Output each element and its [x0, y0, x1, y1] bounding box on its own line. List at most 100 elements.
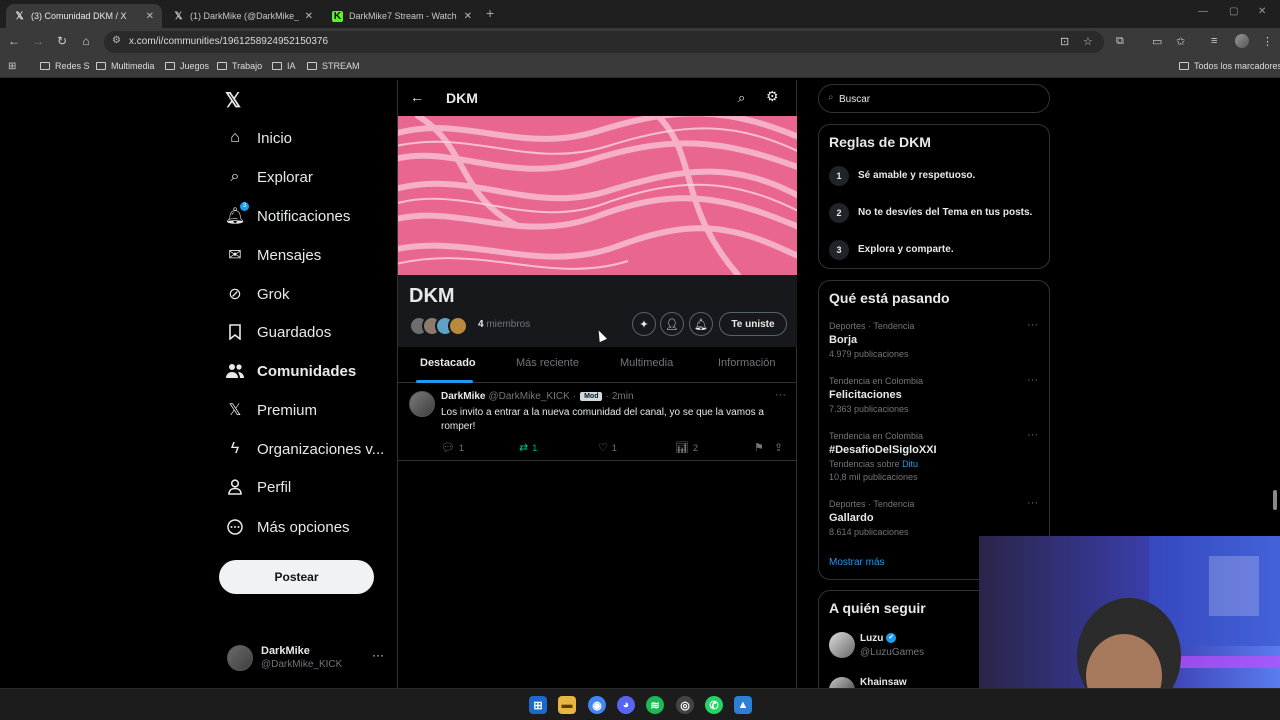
whatsapp-icon[interactable]: ✆ — [705, 696, 723, 714]
windows-start-icon[interactable]: ⊞ — [529, 696, 547, 714]
account-switcher[interactable]: DarkMike @DarkMike_KICK ··· — [227, 642, 387, 678]
sidebar-item-label: Grok — [257, 285, 290, 303]
extensions-icon[interactable]: ⧉ — [1116, 35, 1124, 48]
sidebar-item-guardados[interactable]: Guardados — [225, 320, 331, 344]
back-arrow-icon[interactable]: ← — [410, 89, 424, 105]
post-item[interactable]: DarkMike @DarkMike_KICK · Mod · 2min ···… — [398, 383, 797, 461]
avatar[interactable] — [829, 632, 855, 658]
bookmark-folder[interactable]: Multimedia — [96, 61, 155, 71]
discord-icon[interactable]: ◕ — [617, 696, 635, 714]
post-time[interactable]: 2min — [612, 391, 634, 402]
apps-grid-icon[interactable]: ⊞ — [8, 61, 16, 72]
all-bookmarks-folder[interactable]: Todos los marcadores — [1179, 61, 1280, 71]
sidebar-item-mas-opciones[interactable]: Más opciones — [225, 515, 350, 539]
bookmark-folder[interactable]: STREAM — [307, 61, 360, 71]
search-input[interactable] — [839, 91, 1039, 107]
like-button[interactable]: ♡ 1 — [598, 441, 617, 454]
sidebar-item-label: Más opciones — [257, 518, 350, 536]
tab-multimedia[interactable]: Multimedia — [620, 357, 673, 369]
post-author-handle[interactable]: @DarkMike_KICK — [488, 391, 569, 402]
browser-tab-stream[interactable]: K DarkMike7 Stream - Watch Live ✕ — [324, 4, 480, 28]
trend-category: Tendencia en Colombia — [829, 376, 924, 386]
media-icon[interactable]: ≡ — [1211, 35, 1217, 47]
search-icon[interactable]: ⌕ — [738, 90, 745, 106]
sidebar-item-organizaciones[interactable]: ϟ Organizaciones v... — [225, 437, 385, 461]
new-tab-icon[interactable]: + — [486, 5, 494, 21]
sidebar-item-perfil[interactable]: Perfil — [225, 475, 291, 499]
sidebar-item-explorar[interactable]: ⌕ Explorar — [225, 165, 313, 189]
more-dots-icon[interactable]: ··· — [775, 389, 786, 401]
trend-meta: 4.979 publicaciones — [829, 349, 909, 359]
more-dots-icon[interactable]: ··· — [1027, 429, 1038, 441]
avatar[interactable] — [409, 391, 435, 417]
browser-menu-icon[interactable]: ⋮ — [1262, 35, 1273, 48]
search-bar[interactable]: ⌕ — [818, 84, 1050, 113]
favorites-icon[interactable]: ✩ — [1176, 35, 1185, 48]
browser-tab-profile[interactable]: 𝕏 (1) DarkMike (@DarkMike_KICK ✕ — [165, 4, 321, 28]
tab-destacado[interactable]: Destacado — [420, 357, 476, 369]
page-title: DKM — [446, 90, 478, 106]
show-more-link[interactable]: Mostrar más — [829, 557, 885, 568]
sparkle-icon[interactable]: ✦ — [632, 312, 656, 336]
tab-close-icon[interactable]: ✕ — [146, 11, 154, 22]
tab-mas-reciente[interactable]: Más reciente — [516, 357, 579, 369]
site-info-icon[interactable]: ⚙ — [112, 35, 121, 46]
spotify-icon[interactable]: ≋ — [646, 696, 664, 714]
install-app-icon[interactable]: ⊡ — [1060, 35, 1069, 48]
sidebar-item-mensajes[interactable]: ✉ Mensajes — [225, 243, 321, 267]
member-count[interactable]: 4 miembros — [478, 319, 530, 330]
follow-name[interactable]: Luzu ✓ — [860, 633, 897, 644]
restore-icon[interactable]: ▢ — [1229, 6, 1238, 17]
repost-button[interactable]: ⇄ 1 — [519, 441, 537, 454]
sidebar-item-comunidades[interactable]: Comunidades — [225, 359, 356, 383]
post-author-name[interactable]: DarkMike — [441, 391, 485, 402]
sidebar-item-grok[interactable]: ⊘ Grok — [225, 282, 290, 306]
account-handle: @DarkMike_KICK — [261, 659, 343, 670]
more-dots-icon[interactable]: ··· — [1027, 319, 1038, 331]
avatar[interactable] — [829, 677, 855, 688]
reload-icon[interactable]: ↻ — [54, 34, 70, 48]
tab-close-icon[interactable]: ✕ — [305, 11, 313, 22]
joined-button[interactable]: Te uniste — [719, 312, 787, 336]
browser-tab-community[interactable]: 𝕏 (3) Comunidad DKM / X ✕ — [6, 4, 162, 28]
file-explorer-icon[interactable]: ▬ — [558, 696, 576, 714]
views-button[interactable]: 📊︎ 2 — [675, 441, 698, 454]
tab-informacion[interactable]: Información — [718, 357, 775, 369]
share-button[interactable]: ⇪ — [774, 441, 787, 454]
minimize-icon[interactable]: — — [1198, 6, 1208, 17]
obs-icon[interactable]: ◎ — [676, 696, 694, 714]
address-bar[interactable]: ⚙ x.com/i/communities/196125892495215037… — [104, 31, 1104, 53]
sidebar-item-premium[interactable]: 𝕏 Premium — [225, 398, 317, 422]
post-button[interactable]: Postear — [219, 560, 374, 594]
bookmark-star-icon[interactable]: ☆ — [1083, 35, 1093, 48]
reply-button[interactable]: 💬︎ 1 — [441, 441, 464, 454]
post-separator: · — [572, 391, 577, 402]
x-logo-icon[interactable]: 𝕏 — [225, 88, 241, 113]
bookmark-button[interactable]: ⚑ — [754, 441, 768, 454]
notification-bell-icon[interactable]: 🔔︎ — [689, 312, 713, 336]
forward-arrow-icon[interactable]: → — [30, 34, 46, 48]
member-avatars[interactable] — [409, 316, 473, 336]
scrollbar[interactable] — [1273, 490, 1277, 510]
tab-close-icon[interactable]: ✕ — [464, 11, 472, 22]
sidepanel-icon[interactable]: ▭ — [1152, 35, 1162, 48]
back-arrow-icon[interactable]: ← — [6, 34, 22, 48]
follow-name[interactable]: Khainsaw — [860, 677, 907, 688]
trend-topics-link[interactable]: Ditu — [902, 459, 918, 469]
add-user-icon[interactable]: 👤︎ — [660, 312, 684, 336]
more-dots-icon[interactable]: ··· — [1027, 374, 1038, 386]
gear-icon[interactable]: ⚙ — [766, 88, 779, 105]
more-dots-icon[interactable]: ··· — [1027, 497, 1038, 509]
bookmark-folder[interactable]: Redes S — [40, 61, 90, 71]
sidebar-item-inicio[interactable]: ⌂ Inicio — [225, 126, 292, 150]
browser-profile-avatar[interactable] — [1235, 34, 1249, 48]
more-dots-icon[interactable]: ··· — [372, 648, 384, 662]
sidebar-item-notificaciones[interactable]: 🔔︎ 3 Notificaciones — [225, 202, 350, 228]
bookmark-folder[interactable]: Trabajo — [217, 61, 262, 71]
home-icon[interactable]: ⌂ — [78, 34, 94, 48]
chrome-icon[interactable]: ◉ — [588, 696, 606, 714]
photos-icon[interactable]: ▲ — [734, 696, 752, 714]
window-close-icon[interactable]: ✕ — [1258, 6, 1266, 17]
bookmark-folder[interactable]: IA — [272, 61, 296, 71]
bookmark-folder[interactable]: Juegos — [165, 61, 209, 71]
